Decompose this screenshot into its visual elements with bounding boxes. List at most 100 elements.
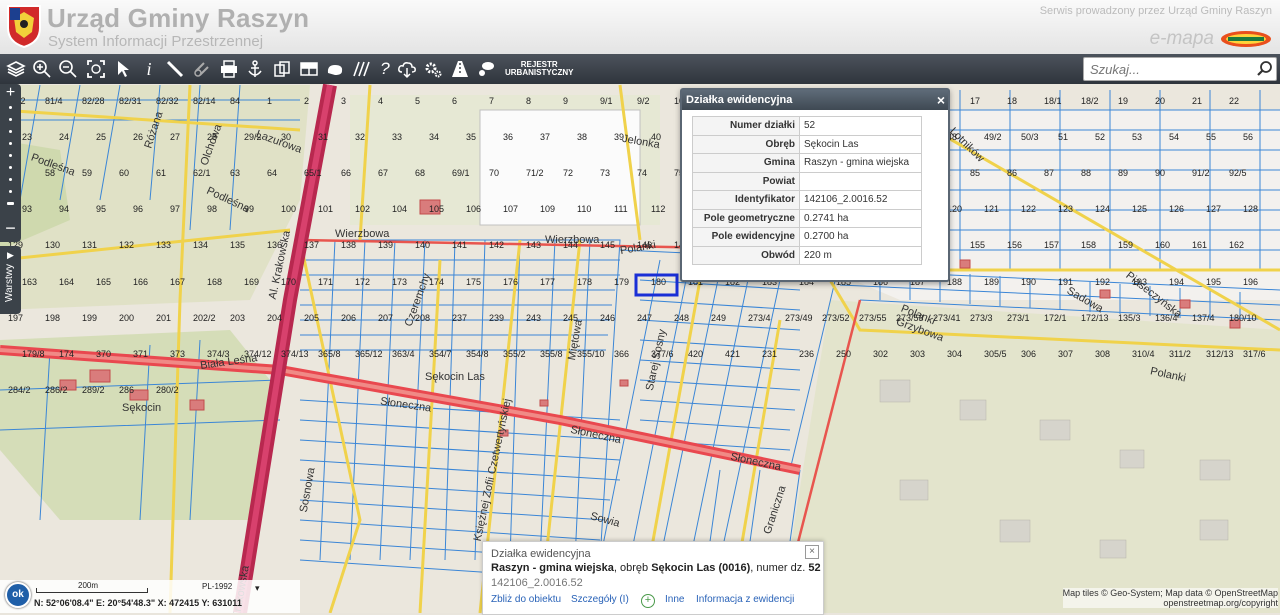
zoom-extent-icon[interactable] [85, 58, 107, 80]
parcel-label: 18 [1007, 96, 1018, 106]
layers-tab[interactable]: ▶ Warstwy [0, 246, 21, 314]
parcel-label: 136/4 [1155, 312, 1178, 323]
parcel-label: 173 [392, 276, 408, 287]
zoom-level-dot[interactable] [9, 142, 12, 145]
zoom-in-button[interactable]: + [3, 85, 18, 101]
link-icon[interactable] [191, 58, 213, 80]
parcel-label: 134 [193, 240, 209, 251]
parcel-popup-title: Działka ewidencyjna [686, 94, 793, 106]
parcel-label: 73 [600, 168, 611, 179]
search-input[interactable] [1088, 59, 1252, 79]
measure-icon[interactable] [164, 58, 186, 80]
urban-register-button[interactable]: REJESTR URBANISTYCZNY [505, 61, 573, 77]
copy-icon[interactable] [271, 58, 293, 80]
settings-icon[interactable] [422, 58, 444, 80]
parcel-label: 9/2 [637, 96, 650, 106]
attribution-link[interactable]: openstreetmap.org/copyright [1063, 598, 1278, 608]
table-row: Obwód 220 m [692, 245, 922, 265]
parcel-label: 105 [429, 204, 445, 215]
parcel-label: 91/2 [1192, 168, 1210, 179]
zoom-level-dot[interactable] [9, 130, 12, 133]
zoom-level-dot[interactable] [9, 166, 12, 169]
parcel-label: 130 [45, 240, 61, 251]
info-icon[interactable]: i [138, 58, 160, 80]
anchor-icon[interactable] [244, 58, 266, 80]
zoom-level-dot[interactable] [9, 190, 12, 193]
parcel-label: 9/1 [600, 96, 613, 106]
attr-value: Raszyn - gmina wiejska [799, 153, 922, 173]
cloud-download-icon[interactable] [396, 58, 418, 80]
parcel-label: 72 [563, 168, 574, 179]
status-bar: ok 200m PL-1992 ▾ N: 52°06'08.4" E: 20°5… [0, 580, 300, 613]
zoom-level-dot[interactable] [9, 154, 12, 157]
parcel-label: 35 [466, 132, 477, 143]
close-icon[interactable]: × [937, 90, 945, 110]
parcel-label: 202/2 [193, 312, 216, 323]
operator-note: Serwis prowadzony przez Urząd Gminy Rasz… [1039, 5, 1272, 17]
parcel-label: 304 [947, 348, 963, 359]
parcel-label: 179 [614, 276, 630, 287]
attr-key: Powiat [692, 171, 800, 191]
table-row: Pole ewidencyjne 0.2700 ha [692, 227, 922, 247]
print-icon[interactable] [218, 58, 240, 80]
parcel-label: 189 [984, 276, 1000, 287]
parcel-label: 157 [1044, 240, 1060, 251]
summary-sep: , numer dz. [750, 562, 809, 574]
chat-icon[interactable] [475, 58, 497, 80]
zoom-out-icon[interactable] [57, 58, 79, 80]
parcel-label: 111 [614, 204, 628, 215]
road-icon[interactable] [449, 58, 471, 80]
parcel-label: 109 [540, 204, 556, 215]
parcel-label: 5 [415, 96, 421, 106]
plus-icon[interactable]: + [641, 594, 655, 608]
parcel-label: 82/14 [193, 96, 216, 106]
parcel-label: 243 [526, 312, 542, 323]
crs-label[interactable]: PL-1992 [202, 582, 232, 591]
zoom-level-dot[interactable] [9, 178, 12, 181]
details-link[interactable]: Szczegóły (I) [571, 594, 629, 605]
parcel-label: 273/53 [896, 312, 924, 323]
attr-value: 220 m [799, 245, 922, 265]
parcel-attributes-table: Numer działki 52 Obręb Sękocin Las Gmina Ra… [692, 116, 922, 265]
parcel-label: 201 [156, 312, 172, 323]
map-canvas[interactable]: Al. Krakowska Al. Krakowska Biała Leśna … [0, 84, 1280, 613]
parcel-label: 168 [207, 276, 223, 287]
table-row: Pole geometryczne 0.2741 ha [692, 208, 922, 228]
parcel-label: 180/10 [1229, 312, 1257, 323]
hand-icon[interactable] [324, 58, 346, 80]
search-icon[interactable] [1256, 60, 1273, 77]
parcel-label: 85 [970, 168, 981, 179]
parcel-label: 64 [267, 168, 278, 179]
help-icon[interactable]: ? [374, 58, 396, 80]
zoom-out-button[interactable]: − [3, 219, 18, 237]
parcel-label: 249 [711, 312, 727, 323]
attr-value: 0.2700 ha [799, 227, 922, 247]
hatch-icon[interactable] [350, 58, 372, 80]
registry-info-link[interactable]: Informacja z ewidencji [696, 594, 794, 605]
select-pointer-icon[interactable] [112, 58, 134, 80]
parcel-label: 24 [59, 132, 70, 143]
zoom-in-icon[interactable] [31, 58, 53, 80]
close-icon[interactable]: × [805, 545, 819, 559]
parcel-label: 3 [341, 96, 347, 106]
zoom-level-dot[interactable] [9, 106, 12, 109]
chevron-down-icon[interactable]: ▾ [255, 583, 260, 594]
zoom-to-object-link[interactable]: Zbliż do obiektu [491, 594, 561, 605]
parcel-label: 106 [466, 204, 482, 215]
zoom-slider-handle[interactable] [7, 202, 14, 205]
table-row: Gmina Raszyn - gmina wiejska [692, 153, 922, 173]
parcel-label: 63 [230, 168, 241, 179]
parcel-label: 420 [688, 348, 704, 359]
table-icon[interactable] [298, 58, 320, 80]
parcel-identifier: 142106_2.0016.52 [491, 577, 583, 589]
parcel-label: 30 [281, 132, 292, 143]
other-link[interactable]: Inne [665, 594, 684, 605]
ok-button[interactable]: ok [5, 582, 31, 608]
parcel-label: 159 [1118, 240, 1134, 251]
parcel-label: 18/2 [1081, 96, 1099, 106]
parcel-label: 53 [1132, 132, 1143, 143]
layers-icon[interactable] [5, 58, 27, 80]
zoom-level-dot[interactable] [9, 118, 12, 121]
info-panel-title: Działka ewidencyjna [491, 548, 591, 560]
attr-value: Sękocin Las [799, 134, 922, 154]
